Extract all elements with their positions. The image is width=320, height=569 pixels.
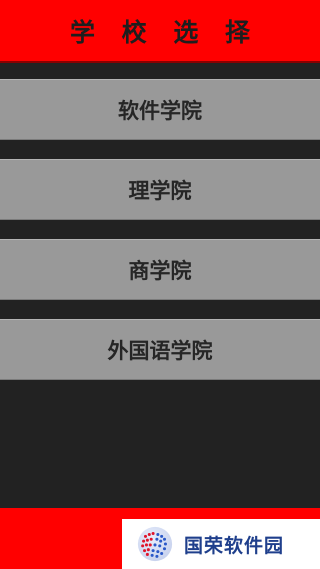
school-item-label: 商学院 <box>128 258 192 283</box>
watermark-text: 国荣软件园 <box>184 534 285 557</box>
globe-logo-icon <box>137 526 173 562</box>
school-list: 软件学院 理学院 商学院 外国语学院 <box>0 79 320 399</box>
school-item-label: 软件学院 <box>118 98 202 123</box>
school-item-label: 外国语学院 <box>107 338 213 363</box>
school-item-business[interactable]: 商学院 <box>0 239 320 300</box>
school-item-science[interactable]: 理学院 <box>0 159 320 220</box>
school-item-software[interactable]: 软件学院 <box>0 79 320 140</box>
header-bar: 学 校 选 择 <box>0 0 320 63</box>
school-item-foreign-languages[interactable]: 外国语学院 <box>0 319 320 380</box>
school-item-label: 理学院 <box>128 178 192 203</box>
watermark-badge: 国荣软件园 <box>122 519 320 569</box>
page-title: 学 校 选 择 <box>69 17 260 47</box>
app-screen: 学 校 选 择 软件学院 理学院 商学院 外国语学院 国荣软件园 <box>0 0 320 569</box>
